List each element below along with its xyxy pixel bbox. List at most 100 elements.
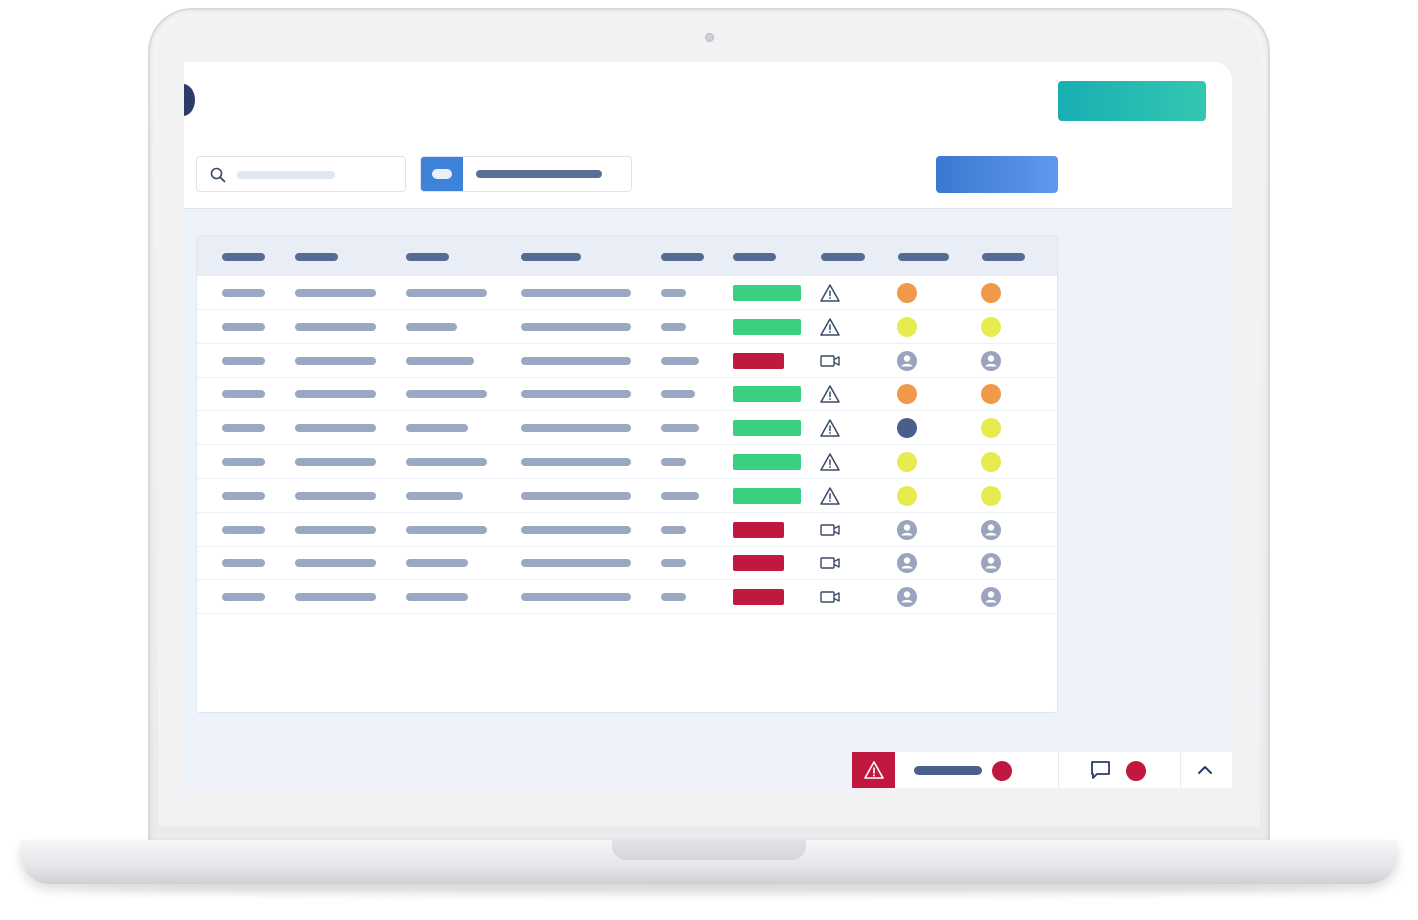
toolbar: [184, 140, 1232, 209]
divider: [1058, 752, 1059, 788]
alert-badge: [992, 761, 1012, 781]
indicator-dot-1: [897, 485, 917, 506]
table-row[interactable]: [197, 310, 1057, 344]
cell-4: [521, 289, 631, 297]
column-header-6[interactable]: [733, 253, 776, 261]
indicator-dot-2: [981, 283, 1001, 303]
filter-label: [476, 170, 602, 178]
status-badge: [733, 285, 801, 301]
user-avatar-icon: [981, 519, 1001, 540]
status-badge: [733, 352, 784, 369]
column-header-9[interactable]: [982, 253, 1025, 261]
user-avatar-icon: [981, 553, 1001, 574]
chat-icon: [1091, 761, 1110, 779]
status-badge: [733, 555, 784, 572]
warning-icon: [820, 487, 840, 505]
cell-4: [521, 525, 631, 534]
table-row[interactable]: [197, 276, 1057, 310]
indicator-dot-1: [897, 283, 917, 303]
user-avatar-icon: [981, 350, 1001, 371]
logo: [184, 84, 195, 116]
warning-icon: [820, 284, 840, 302]
cell-3: [406, 322, 457, 331]
video-camera-icon: [820, 523, 840, 536]
alert-summary: [914, 766, 982, 775]
indicator-dot-2: [981, 384, 1001, 405]
cell-3: [406, 525, 487, 534]
search-placeholder: [237, 171, 335, 179]
cell-2: [295, 322, 376, 331]
alert-button[interactable]: [852, 752, 895, 788]
status-badge: [733, 521, 784, 538]
column-header-1[interactable]: [222, 253, 265, 261]
cell-5: [661, 322, 686, 331]
cell-5: [661, 289, 686, 297]
cell-5: [661, 491, 699, 500]
filter-dropdown[interactable]: [420, 156, 632, 192]
table-row[interactable]: [197, 580, 1057, 615]
column-header-3[interactable]: [406, 253, 449, 261]
cell-4: [521, 593, 631, 602]
cell-2: [295, 593, 376, 602]
table-row[interactable]: [197, 479, 1057, 513]
cell-3: [406, 289, 487, 297]
chat-badge: [1126, 761, 1146, 781]
cell-3: [406, 559, 468, 568]
cell-5: [661, 424, 699, 433]
cell-1: [222, 390, 265, 399]
warning-icon: [820, 419, 840, 437]
warning-icon: [820, 318, 840, 336]
indicator-dot-2: [981, 485, 1001, 506]
cell-4: [521, 559, 631, 568]
chevron-up-icon: [1198, 766, 1212, 774]
video-camera-icon: [820, 591, 840, 603]
secondary-action-button[interactable]: [936, 156, 1058, 193]
table-row[interactable]: [197, 377, 1057, 412]
cell-3: [406, 390, 487, 399]
video-camera-icon: [820, 354, 840, 367]
cell-2: [295, 289, 376, 297]
table-row[interactable]: [197, 513, 1057, 547]
indicator-dot-1: [897, 418, 917, 439]
divider: [1180, 752, 1181, 788]
user-avatar-icon: [897, 553, 917, 574]
cell-2: [295, 390, 376, 399]
table-row[interactable]: [197, 445, 1057, 479]
search-input[interactable]: [196, 156, 406, 192]
cell-1: [222, 289, 265, 297]
cell-4: [521, 491, 631, 500]
indicator-dot-1: [897, 384, 917, 405]
column-header-2[interactable]: [295, 253, 338, 261]
indicator-dot-2: [981, 452, 1001, 472]
cell-1: [222, 458, 265, 466]
cell-1: [222, 559, 265, 568]
status-badge: [733, 589, 784, 606]
status-badge: [733, 386, 801, 403]
user-avatar-icon: [897, 519, 917, 540]
top-bar: [184, 62, 1232, 141]
cell-2: [295, 559, 376, 568]
column-header-8[interactable]: [898, 253, 949, 261]
cell-4: [521, 322, 631, 331]
filter-toggle[interactable]: [421, 157, 463, 191]
cell-5: [661, 390, 695, 399]
table-row[interactable]: [197, 344, 1057, 378]
cell-1: [222, 322, 265, 331]
column-header-7[interactable]: [821, 253, 865, 261]
column-header-5[interactable]: [661, 253, 704, 261]
indicator-dot-2: [981, 316, 1001, 337]
search-icon: [210, 167, 226, 183]
cell-4: [521, 458, 631, 466]
cell-2: [295, 424, 376, 433]
chat-button[interactable]: [1088, 758, 1114, 782]
primary-action-button[interactable]: [1058, 81, 1206, 121]
table-row[interactable]: [197, 411, 1057, 446]
cell-2: [295, 356, 376, 365]
laptop-shadow: [70, 882, 1348, 896]
table-row[interactable]: [197, 546, 1057, 581]
cell-5: [661, 559, 686, 568]
expand-button[interactable]: [1192, 758, 1218, 782]
cell-2: [295, 491, 376, 500]
indicator-dot-2: [981, 418, 1001, 439]
column-header-4[interactable]: [521, 253, 581, 261]
